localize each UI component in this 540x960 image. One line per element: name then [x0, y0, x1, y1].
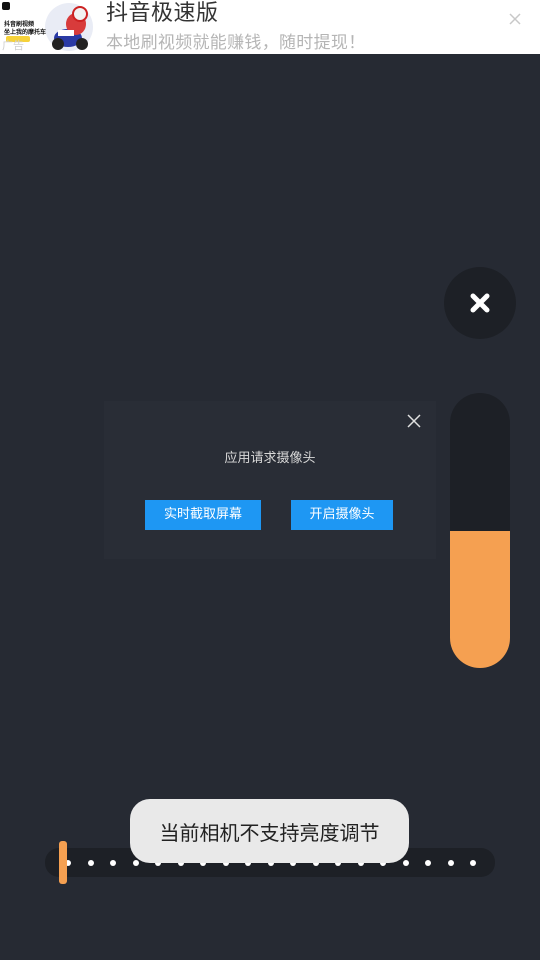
open-camera-button[interactable]: 开启摄像头	[291, 500, 393, 530]
capture-screen-button[interactable]: 实时截取屏幕	[145, 500, 261, 530]
close-icon	[407, 414, 421, 428]
slider-dot	[110, 860, 116, 866]
close-overlay-button[interactable]	[444, 267, 516, 339]
ad-label: 广告	[2, 39, 24, 52]
brightness-slider[interactable]	[450, 393, 510, 668]
toast-message: 当前相机不支持亮度调节	[130, 799, 409, 863]
close-icon	[509, 13, 521, 25]
slider-dot	[132, 860, 139, 866]
dialog-close-button[interactable]	[404, 411, 424, 431]
ad-close-button[interactable]	[504, 8, 526, 30]
slider-dot	[402, 860, 409, 866]
slider-dot	[425, 860, 431, 866]
motorcycle-rider-image	[45, 3, 93, 51]
app-logo-icon	[2, 2, 10, 10]
slider-dot	[87, 860, 94, 866]
slider-dot	[447, 860, 454, 866]
ad-title[interactable]: 抖音极速版	[106, 0, 219, 28]
close-icon	[470, 293, 490, 313]
camera-request-dialog: 应用请求摄像头 实时截取屏幕 开启摄像头	[104, 401, 436, 559]
brightness-slider-fill	[450, 530, 510, 668]
dialog-title: 应用请求摄像头	[224, 451, 316, 466]
ad-subtitle[interactable]: 本地刷视频就能赚钱，随时提现！	[106, 32, 366, 54]
ad-banner[interactable]: 抖音刷视频 坐上我的摩托车 广告 抖音极速版 本地刷视频就能赚钱，随时提现！	[0, 0, 540, 54]
slider-dot	[470, 860, 476, 866]
ad-thumb-caption-2: 坐上我的摩托车	[4, 29, 47, 36]
dots-slider-thumb[interactable]	[59, 841, 67, 884]
